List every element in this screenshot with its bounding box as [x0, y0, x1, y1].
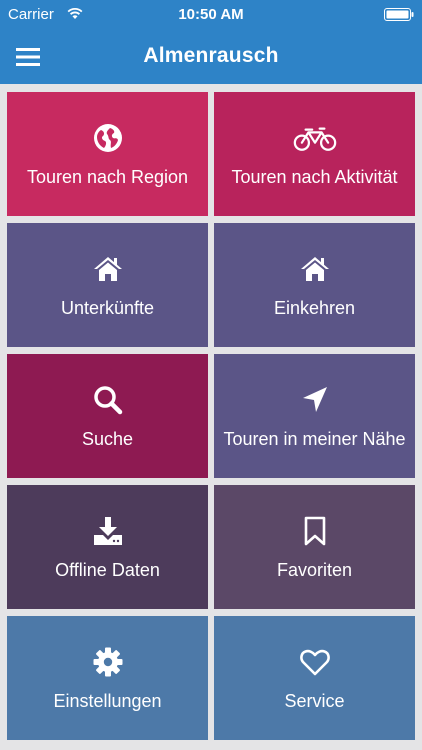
tile-offline-daten[interactable]: Offline Daten — [7, 485, 208, 609]
tile-label: Service — [284, 690, 345, 711]
tile-einkehren[interactable]: Einkehren — [214, 223, 415, 347]
tile-label: Einstellungen — [53, 690, 162, 711]
home-icon — [298, 252, 332, 286]
home-icon — [91, 252, 125, 286]
tile-label: Unterkünfte — [60, 297, 155, 318]
heart-icon — [298, 645, 332, 679]
search-icon — [91, 383, 125, 417]
tile-label: Touren nach Aktivität — [231, 166, 398, 187]
tile-unterkuenfte[interactable]: Unterkünfte — [7, 223, 208, 347]
status-bar: Carrier 10:50 AM — [0, 0, 422, 30]
download-icon — [91, 514, 125, 548]
tile-touren-in-meiner-naehe[interactable]: Touren in meiner Nähe — [214, 354, 415, 478]
nav-bar: Almenrausch — [0, 30, 422, 84]
tile-favoriten[interactable]: Favoriten — [214, 485, 415, 609]
battery-icon — [384, 8, 414, 21]
tile-suche[interactable]: Suche — [7, 354, 208, 478]
tile-label: Einkehren — [273, 297, 356, 318]
tile-label: Touren in meiner Nähe — [223, 428, 406, 449]
tile-grid: Touren nach Region Touren nach Aktivität… — [7, 92, 415, 742]
location-arrow-icon — [298, 383, 332, 417]
bicycle-icon — [292, 121, 338, 155]
gear-icon — [91, 645, 125, 679]
tile-service[interactable]: Service — [214, 616, 415, 740]
tile-label: Touren nach Region — [26, 166, 189, 187]
tile-label: Offline Daten — [55, 559, 160, 580]
page-title: Almenrausch — [143, 44, 279, 67]
tile-touren-nach-aktivitaet[interactable]: Touren nach Aktivität — [214, 92, 415, 216]
tile-label: Suche — [81, 428, 134, 449]
bookmark-icon — [298, 514, 332, 548]
tile-einstellungen[interactable]: Einstellungen — [7, 616, 208, 740]
tile-touren-nach-region[interactable]: Touren nach Region — [7, 92, 208, 216]
clock-time: 10:50 AM — [178, 6, 244, 23]
tile-label: Favoriten — [276, 559, 353, 580]
globe-icon — [91, 121, 125, 155]
